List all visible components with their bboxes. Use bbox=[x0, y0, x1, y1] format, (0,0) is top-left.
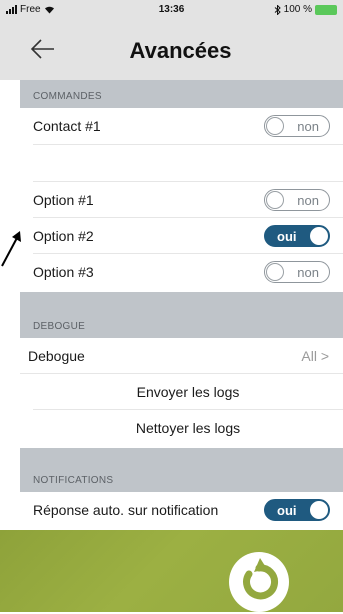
contact-label: Contact #1 bbox=[33, 118, 101, 134]
option-2-row: Option #2 oui bbox=[33, 218, 343, 254]
send-logs-button[interactable]: Envoyer les logs bbox=[33, 374, 343, 410]
option-1-row: Option #1 non bbox=[33, 182, 343, 218]
toggle-text: non bbox=[297, 119, 319, 134]
toggle-text: oui bbox=[277, 503, 297, 518]
navigation-bar: Avancées bbox=[0, 20, 343, 80]
refresh-icon[interactable] bbox=[227, 550, 291, 614]
option-1-label: Option #1 bbox=[33, 192, 94, 208]
status-right: 100 % bbox=[274, 4, 337, 15]
debogue-value: All > bbox=[301, 348, 329, 364]
option-2-label: Option #2 bbox=[33, 228, 94, 244]
toggle-knob bbox=[266, 117, 284, 135]
option-2-toggle[interactable]: oui bbox=[264, 225, 330, 247]
section-gap bbox=[20, 292, 343, 314]
footer-bar bbox=[0, 530, 343, 612]
toggle-text: oui bbox=[277, 229, 297, 244]
contact-toggle[interactable]: non bbox=[264, 115, 330, 137]
option-3-toggle[interactable]: non bbox=[264, 261, 330, 283]
toggle-knob bbox=[266, 263, 284, 281]
toggle-knob bbox=[310, 227, 328, 245]
section-header-label: DEBOGUE bbox=[33, 321, 86, 332]
contact-row: Contact #1 non bbox=[33, 108, 343, 145]
section-header-debogue: DEBOGUE bbox=[20, 312, 343, 338]
debogue-label: Debogue bbox=[28, 348, 85, 364]
send-logs-label: Envoyer les logs bbox=[136, 384, 240, 400]
annotation-arrow-icon bbox=[1, 231, 21, 267]
auto-reply-toggle[interactable]: oui bbox=[264, 499, 330, 521]
option-1-toggle[interactable]: non bbox=[264, 189, 330, 211]
page-title: Avancées bbox=[129, 38, 232, 63]
status-bar: Free 13:36 100 % bbox=[0, 0, 343, 20]
battery-icon bbox=[315, 4, 337, 15]
toggle-text: non bbox=[297, 265, 319, 280]
battery-percent: 100 % bbox=[283, 4, 312, 15]
empty-row bbox=[33, 145, 343, 182]
auto-reply-label: Réponse auto. sur notification bbox=[33, 502, 219, 518]
clear-logs-label: Nettoyer les logs bbox=[135, 420, 241, 436]
toggle-knob bbox=[310, 501, 328, 519]
bluetooth-icon bbox=[274, 4, 281, 15]
auto-reply-row: Réponse auto. sur notification oui bbox=[33, 492, 343, 530]
section-header-label: NOTIFICATIONS bbox=[33, 475, 114, 486]
section-header-label: COMMANDES bbox=[33, 91, 102, 102]
debogue-row[interactable]: Debogue All > bbox=[20, 338, 343, 374]
section-header-commandes: COMMANDES bbox=[20, 80, 343, 108]
option-3-label: Option #3 bbox=[33, 264, 94, 280]
option-3-row: Option #3 non bbox=[33, 254, 343, 290]
toggle-text: non bbox=[297, 193, 319, 208]
toggle-knob bbox=[266, 191, 284, 209]
section-header-notifications: NOTIFICATIONS bbox=[20, 464, 343, 492]
clear-logs-button[interactable]: Nettoyer les logs bbox=[33, 410, 343, 448]
